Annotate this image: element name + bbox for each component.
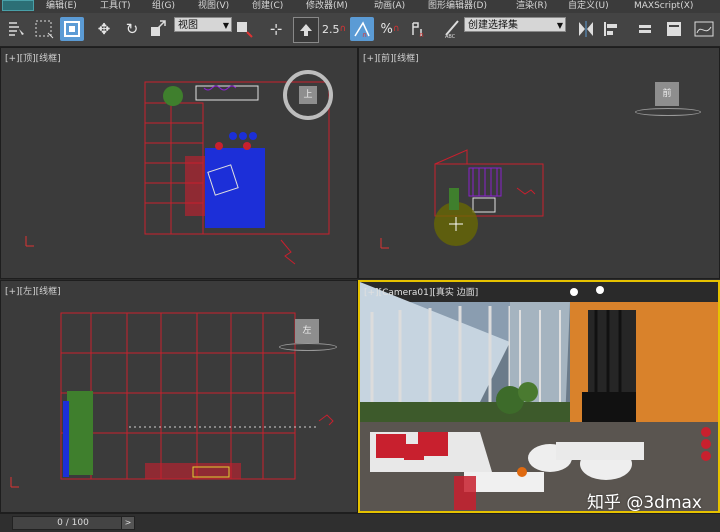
- viewcube-icon[interactable]: 前: [655, 82, 679, 106]
- mirror-icon[interactable]: [574, 17, 598, 41]
- left-view-wireframe: [10, 312, 334, 488]
- time-slider-frame: 0 / 100: [57, 518, 89, 528]
- named-selection-dropdown[interactable]: 创建选择集 ▼: [464, 17, 566, 32]
- viewcube-compass: [279, 343, 337, 351]
- menu-bar: 编辑(E) 工具(T) 组(G) 视图(V) 创建(C) 修改器(M) 动画(A…: [0, 0, 720, 13]
- reference-coord-dropdown[interactable]: 视图 ▼: [174, 17, 232, 32]
- menu-maxscript[interactable]: MAXScript(X): [634, 0, 693, 13]
- menu-tools[interactable]: 工具(T): [100, 0, 131, 13]
- angle-snap-icon[interactable]: ∩: [350, 17, 374, 41]
- keyboard-shortcut-override-icon[interactable]: [293, 17, 319, 43]
- select-manipulate-icon[interactable]: ⊹: [264, 17, 288, 41]
- chevron-down-icon: ▼: [556, 21, 563, 30]
- percent-snap-icon[interactable]: % ∩: [378, 17, 402, 41]
- snap-value: 2.5: [321, 22, 340, 36]
- select-by-name-icon[interactable]: [4, 17, 28, 41]
- svg-text:∩: ∩: [419, 31, 424, 38]
- curve-editor-icon[interactable]: [692, 17, 716, 41]
- named-selection-value: 创建选择集: [468, 20, 518, 31]
- svg-text:∩: ∩: [362, 31, 367, 38]
- camera-render: [360, 282, 718, 511]
- viewport-camera[interactable]: [+][Camera01][真实 边面]: [358, 280, 720, 513]
- menu-views[interactable]: 视图(V): [198, 0, 229, 13]
- chevron-down-icon: ▼: [222, 21, 229, 30]
- viewport-top-label[interactable]: [+][顶][线框]: [5, 51, 61, 64]
- menu-group[interactable]: 组(G): [152, 0, 175, 13]
- main-toolbar: ✥ ↻ 视图 ▼ ⊹ 2.5 ∩ ∩ % ∩ ∩ ABC 创建选择集 ▼: [0, 13, 720, 47]
- time-slider[interactable]: 0 / 100: [12, 516, 122, 530]
- time-slider-bar: 0 / 100 >: [0, 513, 720, 532]
- snap-toggle-icon[interactable]: 2.5 ∩: [322, 17, 346, 41]
- viewcube-icon[interactable]: 上: [299, 86, 317, 104]
- menu-modifiers[interactable]: 修改器(M): [306, 0, 348, 13]
- svg-text:ABC: ABC: [445, 34, 456, 39]
- rect-selection-icon[interactable]: [32, 17, 56, 41]
- watermark: 知乎 @3dmax: [586, 493, 702, 513]
- viewcube-icon[interactable]: 左: [295, 319, 319, 343]
- viewport-camera-label[interactable]: [+][Camera01][真实 边面]: [364, 285, 478, 298]
- rotate-icon[interactable]: ↻: [120, 17, 144, 41]
- menu-customize[interactable]: 自定义(U): [568, 0, 609, 13]
- viewport-top[interactable]: [+][顶][线框] 上: [0, 47, 358, 279]
- layer-manager-icon[interactable]: [634, 17, 658, 41]
- viewport-front[interactable]: [+][前][线框] 前: [358, 47, 720, 279]
- menu-edit[interactable]: 编辑(E): [46, 0, 77, 13]
- reference-coord-value: 视图: [178, 20, 198, 31]
- menu-graph-editors[interactable]: 图形编辑器(D): [428, 0, 487, 13]
- ribbon-toggle-icon[interactable]: [662, 17, 686, 41]
- spinner-snap-icon[interactable]: ∩: [406, 17, 430, 41]
- menu-animation[interactable]: 动画(A): [374, 0, 405, 13]
- next-frame-arrow-icon[interactable]: >: [121, 516, 135, 530]
- viewport-front-label[interactable]: [+][前][线框]: [363, 51, 419, 64]
- menu-rendering[interactable]: 渲染(R): [516, 0, 547, 13]
- align-icon[interactable]: [600, 17, 624, 41]
- viewcube-ring[interactable]: 上: [283, 70, 333, 120]
- scale-icon[interactable]: [146, 17, 170, 41]
- viewcube-compass: [635, 108, 701, 116]
- window-crossing-icon[interactable]: [60, 17, 84, 41]
- app-logo-icon[interactable]: [2, 0, 34, 11]
- edit-named-selection-icon[interactable]: ABC: [440, 17, 464, 41]
- move-icon[interactable]: ✥: [92, 17, 116, 41]
- pivot-center-icon[interactable]: [232, 17, 256, 41]
- viewport-left-label[interactable]: [+][左][线框]: [5, 284, 61, 297]
- viewport-left[interactable]: [+][左][线框] 左: [0, 280, 358, 513]
- menu-create[interactable]: 创建(C): [252, 0, 283, 13]
